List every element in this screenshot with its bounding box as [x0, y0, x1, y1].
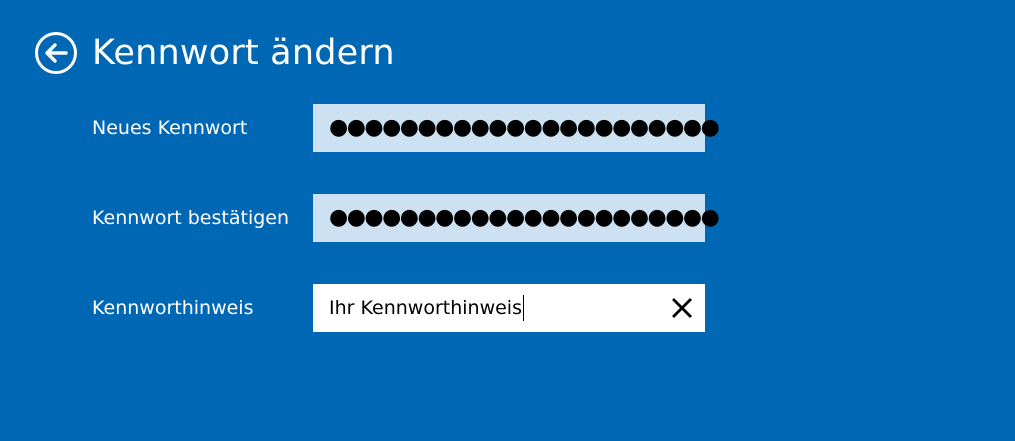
confirm-password-row: Kennwort bestätigen ●●●●●●●●●●●●●●●●●●●●… — [92, 194, 720, 242]
close-icon[interactable] — [669, 295, 695, 321]
text-caret — [522, 295, 524, 321]
new-password-label: Neues Kennwort — [92, 117, 248, 139]
new-password-masked-value: ●●●●●●●●●●●●●●●●●●●●●● — [329, 115, 720, 140]
password-hint-field[interactable]: Ihr Kennworthinweis — [313, 284, 705, 332]
confirm-password-masked-value: ●●●●●●●●●●●●●●●●●●●●●● — [329, 205, 720, 230]
password-hint-value: Ihr Kennworthinweis — [329, 297, 522, 319]
new-password-row: Neues Kennwort ●●●●●●●●●●●●●●●●●●●●●● — [92, 104, 720, 152]
header: Kennwort ändern — [34, 30, 395, 76]
arrow-left-circle-icon[interactable] — [34, 31, 78, 75]
new-password-field[interactable]: ●●●●●●●●●●●●●●●●●●●●●● — [313, 104, 720, 152]
password-hint-row: Kennworthinweis Ihr Kennworthinweis — [92, 284, 705, 332]
confirm-password-field[interactable]: ●●●●●●●●●●●●●●●●●●●●●● — [313, 194, 720, 242]
page-title: Kennwort ändern — [92, 33, 395, 73]
password-hint-label: Kennworthinweis — [92, 297, 254, 319]
confirm-password-label: Kennwort bestätigen — [92, 207, 290, 229]
